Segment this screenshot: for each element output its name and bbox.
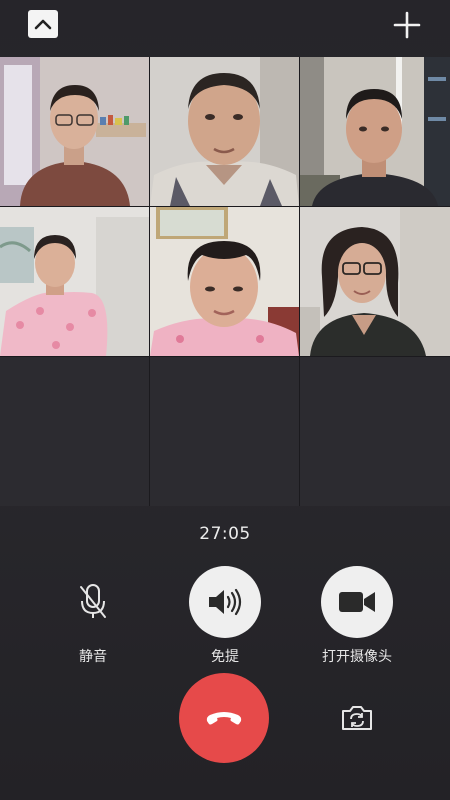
empty-slot-3 (300, 357, 450, 506)
participant-video-2[interactable] (150, 57, 299, 206)
phone-hangup-icon (206, 712, 242, 725)
camera-switch-icon (342, 706, 372, 730)
plus-icon (393, 11, 421, 39)
hang-up-button[interactable] (179, 673, 269, 763)
minimize-button[interactable] (28, 10, 58, 38)
mute-button[interactable] (57, 566, 129, 638)
call-duration: 27:05 (199, 524, 251, 544)
switch-camera-button[interactable] (338, 702, 376, 734)
video-camera-icon (339, 592, 375, 612)
camera-control[interactable]: 打开摄像头 (297, 566, 417, 666)
participant-video-6[interactable] (300, 207, 450, 356)
participant-video-1[interactable] (0, 57, 149, 206)
speaker-label: 免提 (211, 649, 239, 665)
participant-grid (0, 57, 450, 506)
participant-video-5[interactable] (150, 207, 299, 356)
participant-video-4[interactable] (0, 207, 149, 356)
mute-control[interactable]: 静音 (33, 566, 153, 666)
top-bar (0, 0, 450, 56)
video-call-screen: 27:05 静音 免提 打开摄像头 (0, 0, 450, 800)
speaker-button[interactable] (189, 566, 261, 638)
speaker-control[interactable]: 免提 (165, 566, 285, 666)
add-participant-button[interactable] (392, 10, 422, 40)
chevron-up-icon (34, 19, 52, 30)
empty-slot-2 (150, 357, 299, 506)
speaker-icon (209, 588, 242, 616)
mute-label: 静音 (79, 649, 107, 665)
microphone-off-icon (80, 584, 106, 618)
empty-slot-1 (0, 357, 149, 506)
camera-button[interactable] (321, 566, 393, 638)
camera-label: 打开摄像头 (322, 649, 392, 665)
participant-video-3[interactable] (300, 57, 450, 206)
